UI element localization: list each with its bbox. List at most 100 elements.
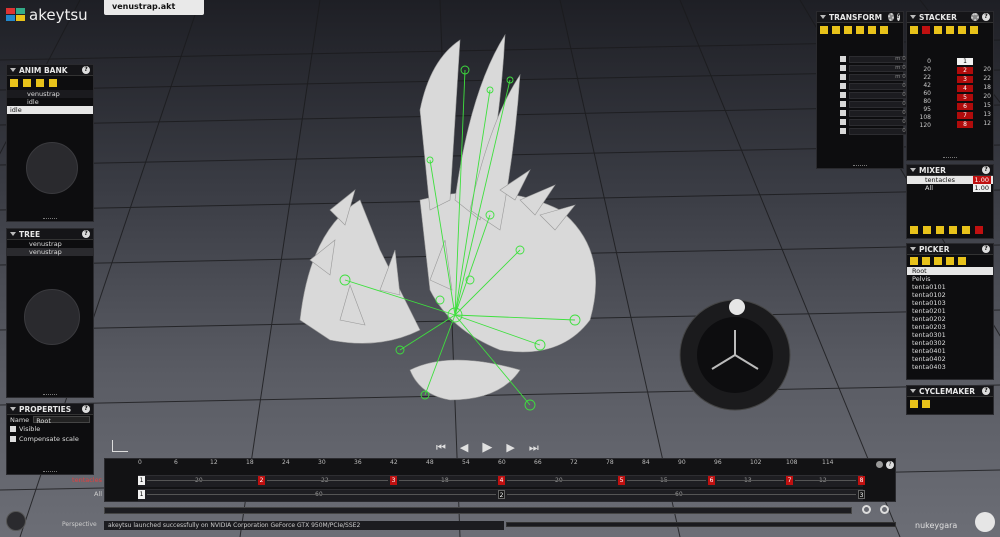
picker-select-icon[interactable] <box>958 257 966 265</box>
resize-grip[interactable] <box>943 157 957 159</box>
move-mode-icon[interactable] <box>820 26 828 34</box>
picker-item[interactable]: tenta0301 <box>907 331 993 339</box>
mixer-header[interactable]: MIXER? <box>907 165 993 176</box>
duplicate-anim-icon[interactable] <box>23 79 31 87</box>
transform-channel-checkbox[interactable] <box>840 119 846 125</box>
transform-header[interactable]: TRANSFORM? <box>817 12 903 23</box>
compensate-checkbox[interactable] <box>10 436 16 442</box>
tree-header[interactable]: TREE? <box>7 229 93 240</box>
rename-anim-icon[interactable] <box>36 79 44 87</box>
picker-item[interactable]: tenta0201 <box>907 307 993 315</box>
collapse-icon[interactable] <box>910 168 916 172</box>
picker-item[interactable]: tenta0203 <box>907 323 993 331</box>
help-icon[interactable]: ? <box>82 405 90 413</box>
delete-layer-icon[interactable] <box>975 226 983 234</box>
transform-channel-checkbox[interactable] <box>840 110 846 116</box>
snap-icon[interactable] <box>880 26 888 34</box>
picker-item[interactable]: tenta0103 <box>907 299 993 307</box>
add-anim-icon[interactable] <box>10 79 18 87</box>
picker-item[interactable]: tenta0202 <box>907 315 993 323</box>
picker-item[interactable]: tenta0101 <box>907 283 993 291</box>
timeline-gear-icon[interactable] <box>876 461 883 468</box>
cycle-walk-icon[interactable] <box>910 400 918 408</box>
picker-item[interactable]: tenta0302 <box>907 339 993 347</box>
folder-icon[interactable] <box>49 79 57 87</box>
picker-item[interactable]: tenta0403 <box>907 363 993 371</box>
picker-add-icon[interactable] <box>910 257 918 265</box>
layer-up-icon[interactable] <box>936 226 944 234</box>
stacker-key[interactable]: 2 <box>957 67 973 74</box>
play-icon[interactable]: ▶ <box>482 440 492 455</box>
timeline-help-icon[interactable]: ? <box>886 461 894 469</box>
timeline-key[interactable]: 2 <box>498 490 505 499</box>
zoom-fit-icon[interactable] <box>880 505 889 514</box>
collapse-icon[interactable] <box>10 68 16 72</box>
paste-key-icon[interactable] <box>958 26 966 34</box>
help-icon[interactable]: ? <box>982 166 990 174</box>
world-icon[interactable] <box>868 26 876 34</box>
transform-channel-checkbox[interactable] <box>840 74 846 80</box>
timeline-key[interactable]: 6 <box>708 476 715 485</box>
name-field[interactable]: Root <box>33 416 90 425</box>
picker-header[interactable]: PICKER? <box>907 244 993 255</box>
tree-item[interactable]: venustrap <box>7 240 93 248</box>
resize-grip[interactable] <box>43 218 57 220</box>
timeline-key[interactable]: 3 <box>390 476 397 485</box>
help-icon[interactable]: ? <box>82 66 90 74</box>
visible-checkbox[interactable] <box>10 426 16 432</box>
resize-grip[interactable] <box>43 394 57 396</box>
gear-icon[interactable] <box>888 13 894 21</box>
transform-channel-checkbox[interactable] <box>840 56 846 62</box>
pivot-icon[interactable] <box>844 26 852 34</box>
anim-bank-header[interactable]: ANIM BANK? <box>7 65 93 76</box>
timeline-key[interactable]: 1 <box>138 490 145 499</box>
camera-label[interactable]: Perspective <box>62 521 97 528</box>
picker-item[interactable]: tenta0102 <box>907 291 993 299</box>
stacker-key[interactable]: 3 <box>957 76 973 83</box>
timeline-key[interactable]: 2 <box>258 476 265 485</box>
stacker-key[interactable]: 1 <box>957 58 973 65</box>
picker-item[interactable]: tenta0401 <box>907 347 993 355</box>
stacker-key[interactable]: 4 <box>957 85 973 92</box>
prev-key-icon[interactable]: ◀ <box>460 441 468 454</box>
layer-tool-icon[interactable] <box>962 226 970 234</box>
resize-grip[interactable] <box>43 471 57 473</box>
mixer-layer[interactable]: tentacles 1.00 <box>907 176 993 184</box>
collapse-icon[interactable] <box>820 15 826 19</box>
picker-item[interactable]: Root <box>907 267 993 275</box>
cycle-run-icon[interactable] <box>922 400 930 408</box>
stacker-header[interactable]: STACKER? <box>907 12 993 23</box>
stacker-key[interactable]: 7 <box>957 112 973 119</box>
status-menu-icon[interactable] <box>6 511 26 531</box>
lock-icon[interactable] <box>832 26 840 34</box>
stacker-key[interactable]: 5 <box>957 94 973 101</box>
transform-channel-checkbox[interactable] <box>840 101 846 107</box>
sub-row[interactable]: idle <box>7 98 93 106</box>
transform-channel-checkbox[interactable] <box>840 83 846 89</box>
timeline-key[interactable]: 1 <box>138 476 145 485</box>
mixer-layer[interactable]: All 1.00 <box>907 184 993 192</box>
help-icon[interactable]: ? <box>896 13 900 21</box>
search-icon[interactable] <box>862 505 871 514</box>
picker-item[interactable]: Pelvis <box>907 275 993 283</box>
time-scrollbar[interactable] <box>104 507 852 514</box>
transform-channel-checkbox[interactable] <box>840 65 846 71</box>
add-key-icon[interactable] <box>910 26 918 34</box>
curve-editor-icon[interactable] <box>112 440 128 452</box>
cyclemaker-header[interactable]: CYCLEMAKER? <box>907 386 993 397</box>
picker-hierarchy-icon[interactable] <box>934 257 942 265</box>
loop-icon[interactable] <box>970 26 978 34</box>
help-icon[interactable]: ? <box>982 13 990 21</box>
add-layer-icon[interactable] <box>910 226 918 234</box>
gear-icon[interactable] <box>971 13 979 21</box>
delete-key-icon[interactable] <box>922 26 930 34</box>
merge-layer-icon[interactable] <box>923 226 931 234</box>
picker-mirror-icon[interactable] <box>946 257 954 265</box>
timeline-key[interactable]: 8 <box>858 476 865 485</box>
picker-item[interactable]: tenta0402 <box>907 355 993 363</box>
help-icon[interactable]: ? <box>982 387 990 395</box>
first-frame-icon[interactable]: ⏮ <box>436 441 446 455</box>
stacker-key[interactable]: 8 <box>957 121 973 128</box>
last-frame-icon[interactable]: ⏭ <box>529 441 539 455</box>
copy-key-icon[interactable] <box>946 26 954 34</box>
